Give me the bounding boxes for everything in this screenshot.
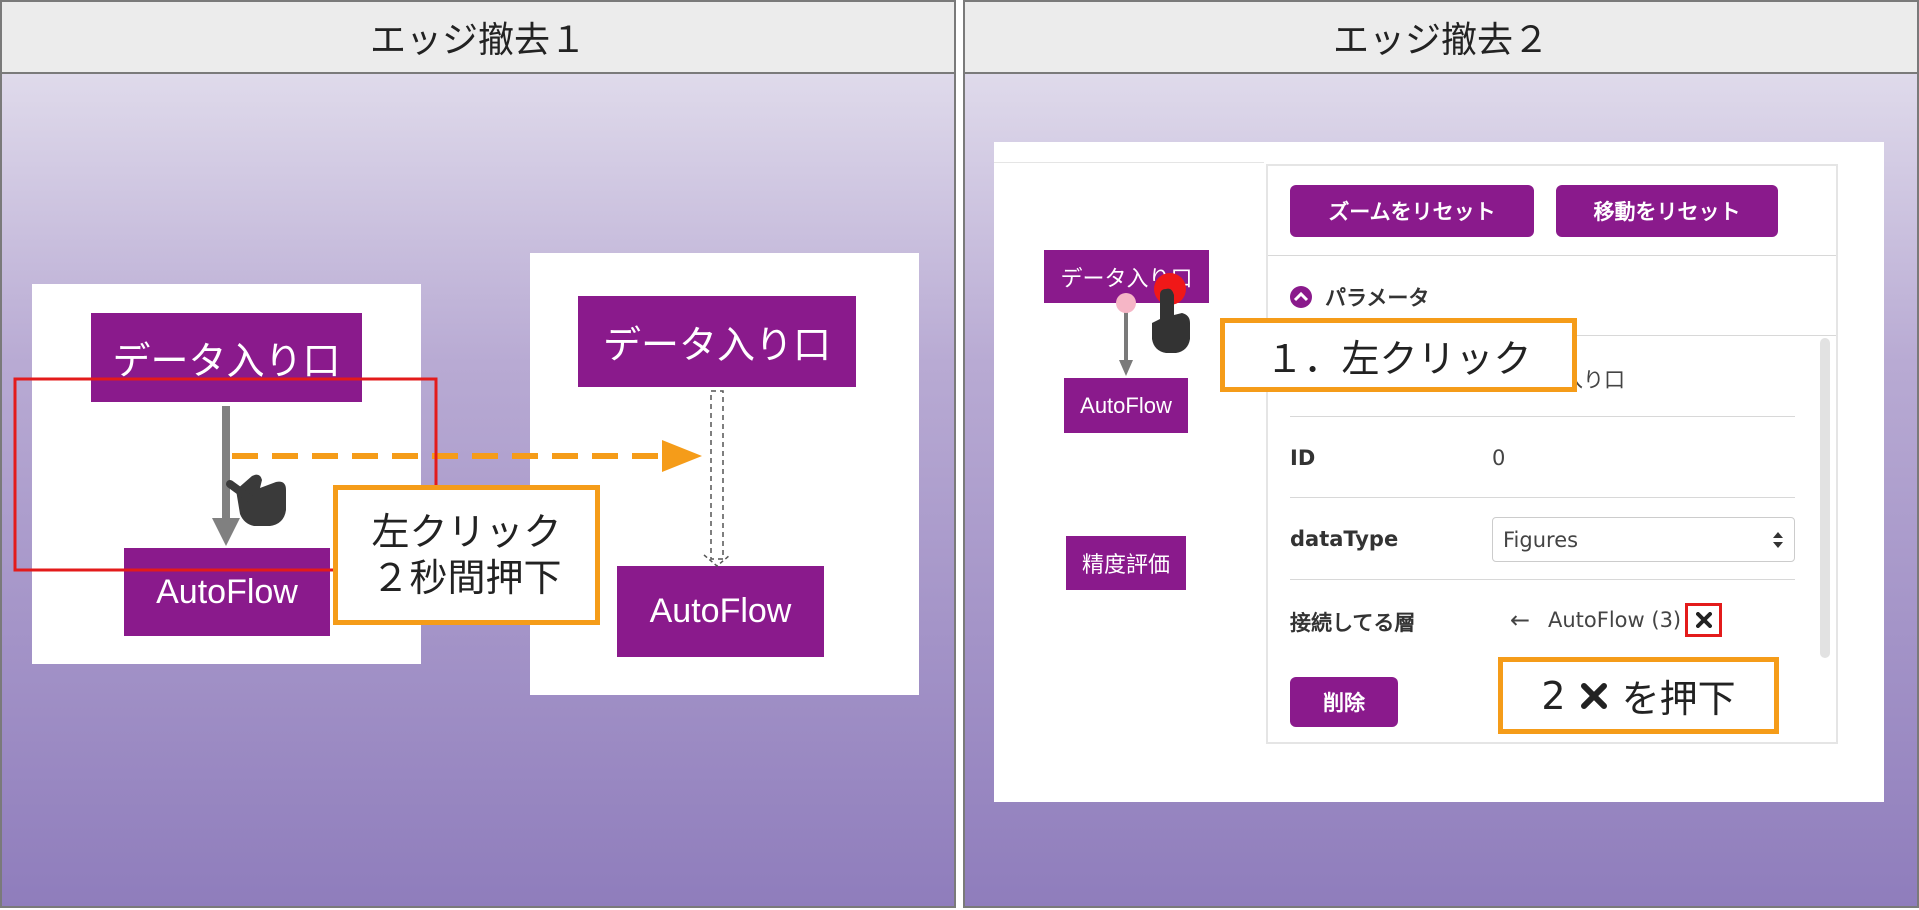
step2-number: 2 <box>1541 673 1566 718</box>
edge-handle[interactable] <box>1116 293 1136 313</box>
right-panel-overlay <box>1116 273 1190 376</box>
close-icon <box>1580 682 1607 709</box>
step2-text: を押下 <box>1621 677 1736 721</box>
edge-arrow[interactable] <box>1119 306 1133 376</box>
step2-callout: 2 を押下 <box>1498 657 1779 734</box>
step1-callout: １．左クリック <box>1220 318 1577 392</box>
